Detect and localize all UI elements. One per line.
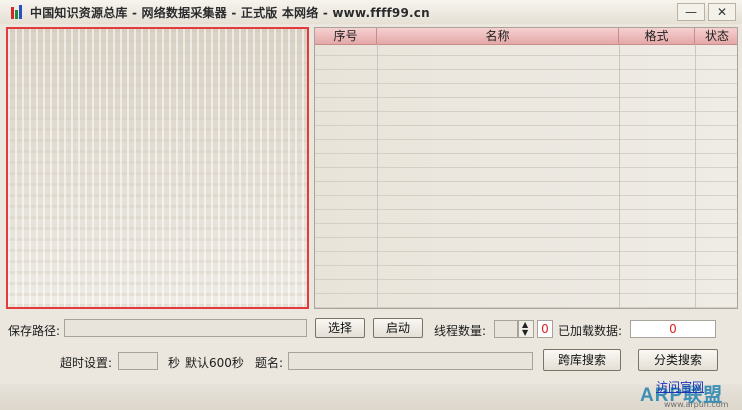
thread-spin-value[interactable]: 0 (537, 320, 553, 338)
timeout-input[interactable] (118, 352, 158, 370)
select-button[interactable]: 选择 (315, 318, 365, 338)
close-button[interactable]: ✕ (708, 3, 736, 21)
column-header-name[interactable]: 名称 (377, 28, 619, 44)
title-label: 题名: (255, 356, 284, 370)
status-bar (0, 384, 742, 410)
column-header-status[interactable]: 状态 (695, 28, 737, 44)
result-list[interactable]: 序号 名称 格式 状态 (314, 27, 738, 309)
title-bar[interactable]: 中国知识资源总库 - 网络数据采集器 - 正式版 本网络 - www.ffff9… (0, 0, 742, 24)
column-divider (619, 44, 620, 308)
timeout-unit: 秒 (168, 356, 181, 370)
official-site-link[interactable]: 访问官网 (656, 378, 704, 395)
app-icon (11, 5, 25, 19)
minimize-button[interactable]: — (677, 3, 705, 21)
column-header-index[interactable]: 序号 (315, 28, 377, 44)
cross-db-search-button[interactable]: 跨库搜索 (543, 349, 621, 371)
category-search-button[interactable]: 分类搜索 (638, 349, 718, 371)
timeout-label: 超时设置: (60, 356, 113, 370)
app-window: 中国知识资源总库 - 网络数据采集器 - 正式版 本网络 - www.ffff9… (0, 0, 742, 410)
column-header-format[interactable]: 格式 (619, 28, 695, 44)
start-button[interactable]: 启动 (373, 318, 423, 338)
title-input[interactable] (288, 352, 533, 370)
thread-count-label: 线程数量: (434, 324, 487, 338)
spin-down-icon[interactable]: ▼ (522, 329, 528, 337)
window-title: 中国知识资源总库 - 网络数据采集器 - 正式版 本网络 - www.ffff9… (30, 6, 430, 20)
column-divider (377, 44, 378, 308)
save-path-label: 保存路径: (8, 324, 61, 338)
save-path-input[interactable] (64, 319, 307, 337)
list-header: 序号 名称 格式 状态 (315, 28, 737, 45)
watermark-url: www.arpun.com (664, 400, 729, 409)
loaded-data-value: 0 (630, 320, 716, 338)
column-divider (695, 44, 696, 308)
thread-count-input[interactable] (494, 320, 518, 338)
preview-panel (6, 27, 309, 309)
timeout-default-hint: 默认600秒 (185, 356, 244, 370)
thread-count-stepper[interactable]: ▲ ▼ (518, 320, 534, 338)
loaded-data-label: 已加载数据: (558, 324, 623, 338)
